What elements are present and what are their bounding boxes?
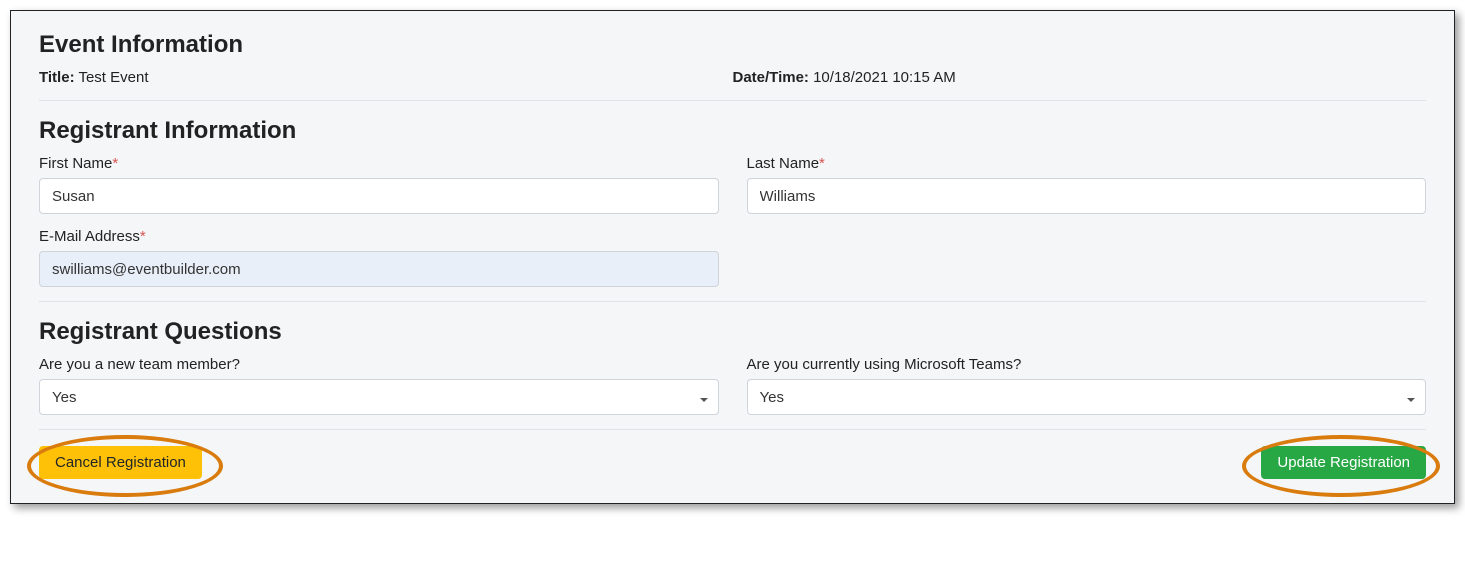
first-name-input[interactable] bbox=[39, 178, 719, 214]
question-1-select[interactable]: Yes bbox=[39, 379, 719, 415]
event-datetime-label: Date/Time: bbox=[733, 69, 809, 86]
question-2-select[interactable]: Yes bbox=[747, 379, 1427, 415]
email-label: E-Mail Address* bbox=[39, 228, 719, 245]
required-mark: * bbox=[140, 228, 146, 245]
event-title-value: Test Event bbox=[78, 69, 148, 86]
registrant-info-heading: Registrant Information bbox=[39, 117, 1426, 145]
divider bbox=[39, 100, 1426, 101]
required-mark: * bbox=[819, 155, 825, 172]
first-name-label: First Name* bbox=[39, 155, 719, 172]
event-info-row: Title: Test Event Date/Time: 10/18/2021 … bbox=[39, 69, 1426, 86]
divider bbox=[39, 429, 1426, 430]
registrant-questions-heading: Registrant Questions bbox=[39, 318, 1426, 346]
question-1-label: Are you a new team member? bbox=[39, 356, 719, 373]
divider bbox=[39, 301, 1426, 302]
event-datetime-value: 10/18/2021 10:15 AM bbox=[813, 69, 956, 86]
last-name-label: Last Name* bbox=[747, 155, 1427, 172]
cancel-registration-button[interactable]: Cancel Registration bbox=[39, 446, 202, 479]
update-registration-button[interactable]: Update Registration bbox=[1261, 446, 1426, 479]
email-input[interactable] bbox=[39, 251, 719, 287]
event-info-heading: Event Information bbox=[39, 31, 1426, 59]
registration-panel: Event Information Title: Test Event Date… bbox=[10, 10, 1455, 504]
required-mark: * bbox=[112, 155, 118, 172]
last-name-input[interactable] bbox=[747, 178, 1427, 214]
event-datetime: Date/Time: 10/18/2021 10:15 AM bbox=[733, 69, 1427, 86]
question-2-label: Are you currently using Microsoft Teams? bbox=[747, 356, 1427, 373]
event-title-label: Title: bbox=[39, 69, 75, 86]
event-title: Title: Test Event bbox=[39, 69, 733, 86]
